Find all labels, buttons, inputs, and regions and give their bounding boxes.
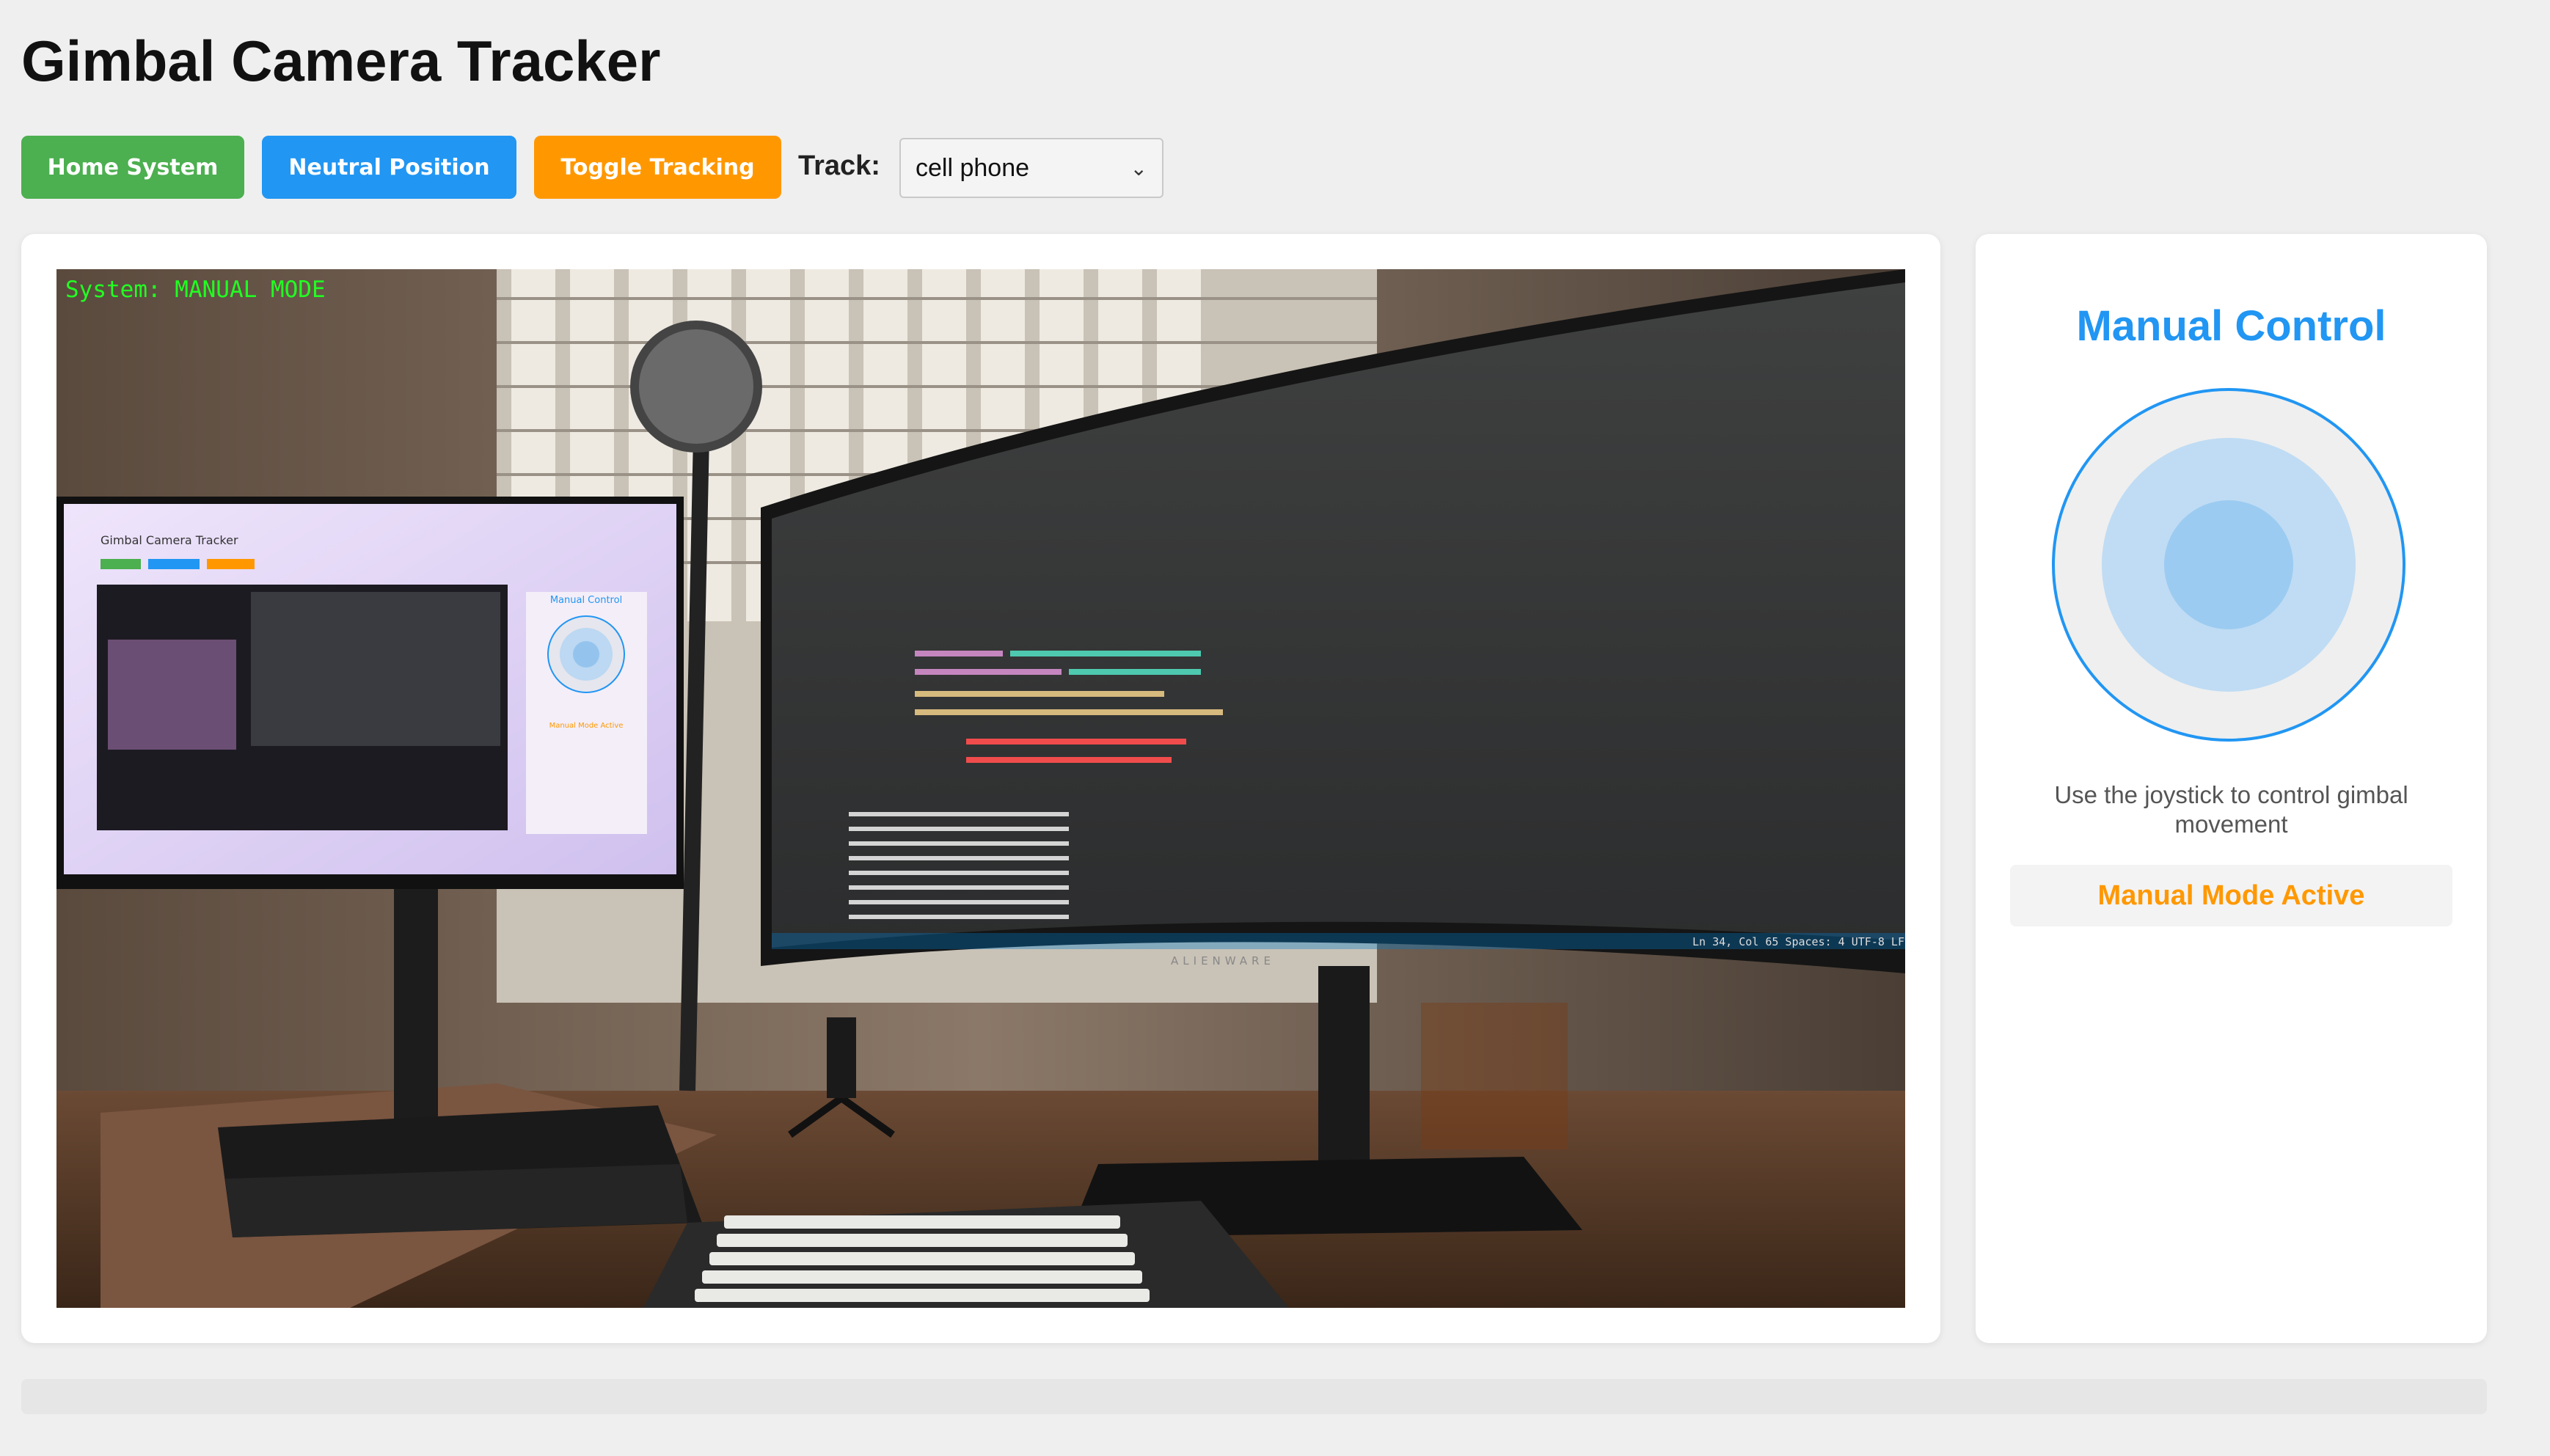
track-select[interactable]: cell phone ⌄ (899, 138, 1163, 198)
camera-feed: Gimbal Camera Tracker Manual Control Man… (56, 269, 1905, 1308)
neutral-position-button[interactable]: Neutral Position (262, 136, 516, 199)
joystick-base[interactable] (2052, 388, 2405, 742)
video-card: Gimbal Camera Tracker Manual Control Man… (21, 234, 1940, 1343)
mode-status-badge: Manual Mode Active (2010, 865, 2452, 926)
toggle-tracking-button[interactable]: Toggle Tracking (534, 136, 781, 199)
chevron-down-icon: ⌄ (1130, 156, 1147, 180)
joystick-help-text: Use the joystick to control gimbal movem… (2054, 781, 2408, 838)
feed-mini-title: Gimbal Camera Tracker (101, 533, 238, 547)
manual-control-title: Manual Control (2076, 302, 2386, 350)
feed-editor-status: Ln 34, Col 65 Spaces: 4 UTF-8 LF (1692, 935, 1904, 948)
joystick-range (2102, 438, 2356, 692)
camera-feed-image: Gimbal Camera Tracker Manual Control Man… (56, 269, 1905, 1308)
joystick-knob[interactable] (2164, 500, 2293, 629)
system-mode-overlay: System: MANUAL MODE (65, 277, 326, 303)
page-title: Gimbal Camera Tracker (21, 29, 661, 93)
track-label: Track: (798, 150, 880, 181)
feed-monitor-brand: ALIENWARE (1171, 954, 1275, 967)
feed-mini-control-title: Manual Control (550, 595, 622, 606)
feed-mini-mode: Manual Mode Active (549, 722, 624, 730)
track-select-value: cell phone (916, 153, 1030, 182)
manual-control-panel: Manual Control Use the joystick to contr… (1976, 234, 2487, 1343)
home-system-button[interactable]: Home System (21, 136, 244, 199)
status-bar (21, 1379, 2487, 1414)
